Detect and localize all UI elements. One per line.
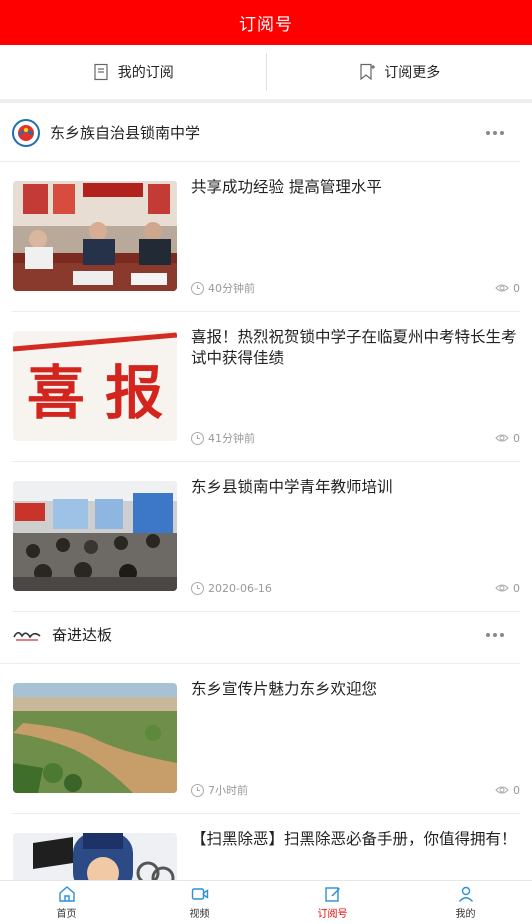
list-item[interactable]: 喜 报 喜报！热烈祝贺锁中学子在临夏州中考特长生考试中获得佳绩 41分钟前 0 — [12, 312, 520, 462]
video-icon — [191, 888, 208, 900]
classroom-photo — [13, 481, 177, 591]
list-item[interactable]: 东乡宣传片魅力东乡欢迎您 7小时前 0 — [12, 664, 520, 814]
good-news-banner: 喜 报 — [13, 331, 177, 441]
channel-section: 东乡族自治县锁南中学 共享成功经验 提高管理水平 40分钟前 0 喜 报 喜报！… — [0, 104, 532, 612]
channel-section: 奋进达板 东乡宣传片魅力东乡欢迎您 7小时前 0 【扫黑除恶】扫黑除恶必备手册，… — [0, 606, 532, 924]
app-header: 订阅号 — [0, 0, 532, 45]
view-count: 0 — [513, 581, 520, 595]
clock-icon — [191, 783, 204, 797]
list-item[interactable]: 东乡县锁南中学青年教师培训 2020-06-16 0 — [12, 462, 520, 612]
channel-name: 奋进达板 — [52, 626, 113, 644]
nav-home[interactable]: 首页 — [0, 881, 133, 924]
clock-icon — [191, 431, 204, 445]
view-count: 0 — [513, 431, 520, 445]
view-count: 0 — [513, 281, 520, 295]
bottom-navigation: 首页 视频 订阅号 我的 — [0, 880, 532, 924]
article-time: 2020-06-16 — [208, 581, 272, 595]
clock-icon — [191, 281, 204, 295]
article-title: 【扫黑除恶】扫黑除恶必备手册，你值得拥有！ — [191, 830, 517, 848]
more-options-icon[interactable] — [482, 625, 508, 645]
tab-label: 订阅更多 — [384, 65, 441, 81]
article-meta: 40分钟前 0 — [191, 280, 520, 296]
nav-label: 订阅号 — [317, 909, 348, 920]
nav-video[interactable]: 视频 — [133, 881, 266, 924]
meeting-photo — [13, 181, 177, 291]
tab-my-subscriptions[interactable]: 我的订阅 — [0, 45, 266, 99]
user-icon — [458, 886, 473, 902]
bookmark-add-icon — [360, 63, 376, 81]
eye-icon — [495, 284, 509, 292]
app-page: 订阅号 我的订阅 订阅更多 东乡族自治县锁南中学 共享成功经验 提高管理水平 4… — [0, 0, 532, 924]
article-title: 东乡宣传片魅力东乡欢迎您 — [191, 680, 378, 698]
article-time: 7小时前 — [208, 784, 248, 797]
eye-icon — [495, 584, 509, 592]
article-time: 41分钟前 — [208, 432, 255, 445]
river-landscape-photo — [13, 683, 177, 793]
banner-text: 喜 报 — [27, 359, 163, 427]
more-options-icon[interactable] — [482, 123, 508, 143]
bookmark-list-icon — [94, 63, 108, 81]
nav-label: 首页 — [56, 909, 77, 920]
tab-label: 我的订阅 — [117, 65, 174, 81]
channel-name: 东乡族自治县锁南中学 — [50, 124, 201, 142]
clock-icon — [191, 581, 204, 595]
article-meta: 2020-06-16 0 — [191, 580, 520, 596]
channel-header[interactable]: 东乡族自治县锁南中学 — [0, 104, 520, 162]
subscription-tabs: 我的订阅 订阅更多 — [0, 45, 532, 103]
nav-profile[interactable]: 我的 — [399, 881, 532, 924]
list-item[interactable]: 共享成功经验 提高管理水平 40分钟前 0 — [12, 162, 520, 312]
article-time: 40分钟前 — [208, 282, 255, 295]
article-meta: 7小时前 0 — [191, 782, 520, 798]
article-title: 共享成功经验 提高管理水平 — [191, 178, 382, 196]
eye-icon — [495, 786, 509, 794]
nav-label: 我的 — [455, 909, 476, 920]
channel-header[interactable]: 奋进达板 — [0, 606, 520, 664]
view-count: 0 — [513, 783, 520, 797]
article-title: 东乡县锁南中学青年教师培训 — [191, 478, 393, 496]
article-title: 喜报！热烈祝贺锁中学子在临夏州中考特长生考试中获得佳绩 — [191, 328, 517, 367]
home-icon — [58, 886, 75, 902]
nav-subscriptions[interactable]: 订阅号 — [266, 881, 399, 924]
school-logo-icon — [12, 118, 40, 147]
edit-icon — [324, 887, 340, 902]
article-meta: 41分钟前 0 — [191, 430, 520, 446]
channel-logo-icon — [12, 621, 42, 649]
nav-label: 视频 — [189, 909, 210, 920]
page-title: 订阅号 — [239, 15, 293, 35]
eye-icon — [495, 434, 509, 442]
tab-subscribe-more[interactable]: 订阅更多 — [267, 45, 532, 99]
